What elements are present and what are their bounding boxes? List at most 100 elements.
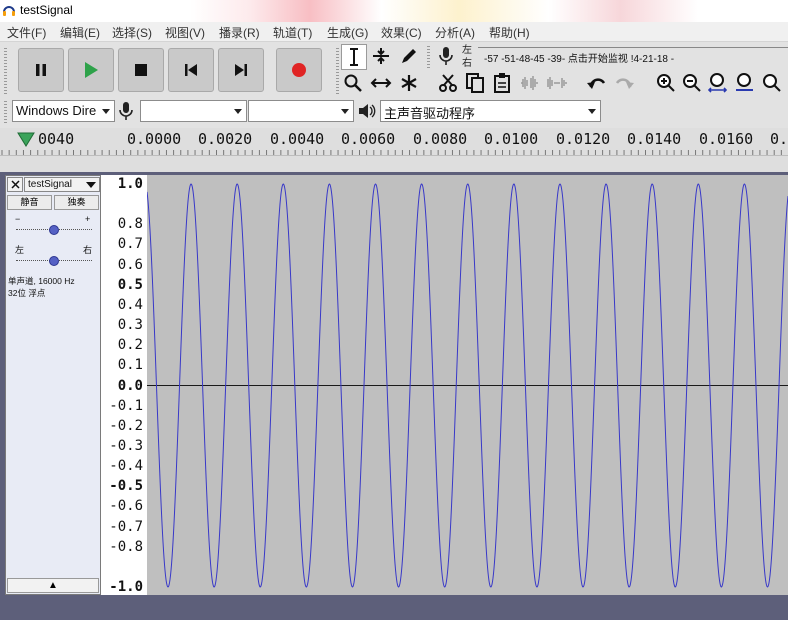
- cut-button[interactable]: [436, 71, 460, 95]
- menu-record[interactable]: 播录(R): [219, 24, 260, 41]
- timeline-label: 0040: [38, 130, 75, 148]
- menu-select[interactable]: 选择(S): [112, 24, 152, 41]
- stop-button[interactable]: [118, 48, 164, 92]
- time-shift-tool[interactable]: [369, 71, 393, 95]
- i-beam-icon: [350, 48, 358, 66]
- envelope-tool[interactable]: [369, 44, 393, 68]
- meter-grip[interactable]: [427, 46, 430, 68]
- skip-to-end-button[interactable]: [218, 48, 264, 92]
- mute-button[interactable]: 静音: [7, 195, 52, 210]
- timeline-label: 0.0060: [341, 130, 396, 148]
- fit-project-icon: [736, 73, 753, 91]
- track-format-line1: 单声道, 16000 Hz: [8, 276, 75, 286]
- amplitude-ruler[interactable]: 1.0 0.8 0.7 0.6 0.5 0.4 0.3 0.2 0.1 0.0 -0.1 -0.2 -0…: [101, 175, 147, 595]
- magnifier-icon: [344, 74, 362, 92]
- waveform-svg: [146, 183, 788, 588]
- menu-view[interactable]: 视图(V): [165, 24, 205, 41]
- output-device-select[interactable]: 主声音驱动程序: [380, 100, 601, 122]
- meter-scale-text: -57 -51-48-45 -39- 点击开始监视 !4-21-18 -: [484, 54, 675, 65]
- silence-audio-icon: [547, 77, 567, 89]
- play-position-triangle-icon: [17, 132, 35, 147]
- meter-right-label: 右: [462, 58, 472, 69]
- track-close-button[interactable]: [7, 177, 23, 192]
- play-button[interactable]: [68, 48, 114, 92]
- audio-host-select[interactable]: Windows Dire: [12, 100, 115, 122]
- output-device-speaker-icon: [357, 102, 377, 125]
- zoom-out-button[interactable]: [680, 71, 704, 95]
- zoom-in-button[interactable]: [654, 71, 678, 95]
- gain-plus-label: +: [85, 214, 91, 224]
- menu-help[interactable]: 帮助(H): [489, 24, 530, 41]
- transport-toolbar: [10, 44, 326, 96]
- envelope-icon: [373, 48, 389, 64]
- amplitude-label: 1.0: [117, 176, 143, 192]
- timeline-label: 0.0140: [627, 130, 682, 148]
- input-device-select[interactable]: [140, 100, 247, 122]
- toolbar-grip[interactable]: [4, 46, 7, 94]
- input-device-mic-icon: [118, 101, 134, 126]
- close-icon: [10, 180, 20, 189]
- amplitude-label: -0.7: [109, 518, 143, 535]
- timeline-label: 0.0120: [556, 130, 611, 148]
- collapse-track-button[interactable]: ▲: [7, 578, 99, 593]
- waveform-display[interactable]: [146, 175, 788, 595]
- pan-left-label: 左: [15, 245, 25, 255]
- redo-button[interactable]: [612, 71, 636, 95]
- amplitude-label: 0.6: [117, 256, 143, 273]
- pan-slider-thumb[interactable]: [49, 256, 59, 266]
- trim-audio-icon: [521, 76, 538, 90]
- fit-selection-icon: [708, 73, 728, 93]
- zoom-toggle-icon: [763, 74, 781, 92]
- meter-channel-labels: 左 右: [462, 44, 472, 70]
- zoom-tool[interactable]: [341, 71, 365, 95]
- amplitude-label: 0.8: [117, 216, 143, 233]
- menu-analyze[interactable]: 分析(A): [435, 24, 475, 41]
- amplitude-label: 0.2: [117, 337, 143, 354]
- silence-button[interactable]: [545, 71, 569, 95]
- tools-grip[interactable]: [336, 46, 339, 94]
- window-title: testSignal: [20, 3, 73, 17]
- amplitude-label: -0.4: [109, 458, 143, 475]
- amplitude-label: 0.5: [117, 276, 143, 293]
- record-button[interactable]: [276, 48, 322, 92]
- undo-button[interactable]: [585, 71, 609, 95]
- timeline-label: 0.0020: [198, 130, 253, 148]
- skip-to-start-button[interactable]: [168, 48, 214, 92]
- track-name-menu[interactable]: testSignal: [24, 177, 100, 192]
- paste-button[interactable]: [490, 71, 514, 95]
- copy-button[interactable]: [463, 71, 487, 95]
- device-grip[interactable]: [4, 101, 7, 123]
- selection-tool[interactable]: [341, 44, 367, 70]
- draw-tool[interactable]: [397, 44, 421, 68]
- zoom-in-icon: [657, 74, 675, 92]
- solo-button[interactable]: 独奏: [54, 195, 99, 210]
- gain-slider-thumb[interactable]: [49, 225, 59, 235]
- redo-icon: [615, 78, 634, 89]
- meter-left-label: 左: [462, 45, 472, 56]
- menu-generate[interactable]: 生成(G): [327, 24, 368, 41]
- menu-tracks[interactable]: 轨道(T): [273, 24, 312, 41]
- track-format-line2: 32位 浮点: [8, 288, 46, 298]
- timeline-label: 0.0100: [484, 130, 539, 148]
- record-meter-button[interactable]: [434, 44, 458, 68]
- record-meter[interactable]: -57 -51-48-45 -39- 点击开始监视 !4-21-18 -: [478, 44, 788, 66]
- output-device-value: 主声音驱动程序: [384, 106, 476, 121]
- input-channels-select[interactable]: [248, 100, 354, 122]
- multi-tool[interactable]: [397, 71, 421, 95]
- fit-selection-button[interactable]: [706, 71, 730, 95]
- fit-project-button[interactable]: [733, 71, 757, 95]
- amplitude-label: -0.3: [109, 437, 143, 454]
- trim-button[interactable]: [518, 71, 542, 95]
- record-icon: [292, 63, 306, 77]
- menu-file[interactable]: 文件(F): [7, 24, 46, 41]
- speaker-icon: [359, 104, 376, 118]
- chevron-down-icon: [341, 109, 349, 114]
- menu-edit[interactable]: 编辑(E): [60, 24, 100, 41]
- zoom-toggle-button[interactable]: [760, 71, 784, 95]
- pencil-icon: [402, 49, 416, 63]
- menu-effect[interactable]: 效果(C): [381, 24, 422, 41]
- pause-button[interactable]: [18, 48, 64, 92]
- gain-minus-label: −: [15, 214, 21, 224]
- amplitude-label: -0.8: [109, 538, 143, 555]
- track-name: testSignal: [28, 179, 72, 190]
